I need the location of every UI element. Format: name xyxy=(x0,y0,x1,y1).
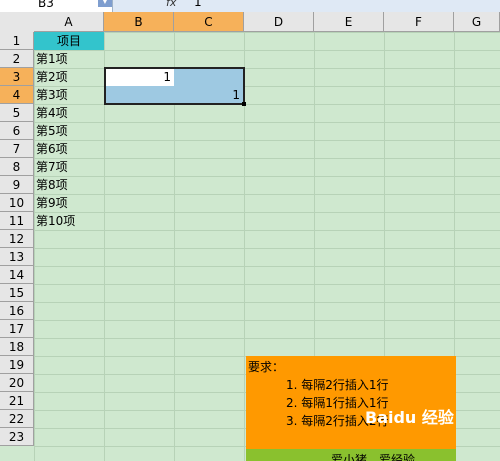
column-header-b[interactable]: B xyxy=(104,12,174,32)
row-header-9[interactable]: 9 xyxy=(0,176,34,194)
cell-a4[interactable]: 第3项 xyxy=(36,86,68,104)
column-header-f[interactable]: F xyxy=(384,12,454,32)
worksheet-grid: A B C D E F G 1 2 3 4 5 6 7 8 9 10 11 12… xyxy=(0,12,500,461)
cell-a1[interactable]: 项目 xyxy=(34,32,104,50)
row-header-14[interactable]: 14 xyxy=(0,266,34,284)
selection-range xyxy=(104,67,245,105)
column-header-e[interactable]: E xyxy=(314,12,384,32)
name-box-dropdown-icon[interactable]: ▼ xyxy=(98,0,112,7)
row-header-23[interactable]: 23 xyxy=(0,428,34,446)
row-header-16[interactable]: 16 xyxy=(0,302,34,320)
watermark-text: Baidu 经验 xyxy=(365,408,454,427)
cell-a2[interactable]: 第1项 xyxy=(36,50,68,68)
cell-a5[interactable]: 第4项 xyxy=(36,104,68,122)
name-box[interactable]: B3 ▼ xyxy=(0,0,113,12)
row-header-17[interactable]: 17 xyxy=(0,320,34,338)
row-header-6[interactable]: 6 xyxy=(0,122,34,140)
cell-a10[interactable]: 第9项 xyxy=(36,194,68,212)
column-header-d[interactable]: D xyxy=(244,12,314,32)
row-header-15[interactable]: 15 xyxy=(0,284,34,302)
row-header-4[interactable]: 4 xyxy=(0,86,34,104)
row-header-20[interactable]: 20 xyxy=(0,374,34,392)
name-box-value[interactable]: B3 xyxy=(38,0,54,12)
spreadsheet-window: B3 ▼ fx 1 A B C D E F G 1 2 3 4 5 6 7 8 … xyxy=(0,0,500,461)
row-header-11[interactable]: 11 xyxy=(0,212,34,230)
formula-input[interactable]: 1 xyxy=(194,0,202,9)
row-header-3[interactable]: 3 xyxy=(0,68,34,86)
row-header-21[interactable]: 21 xyxy=(0,392,34,410)
baidu-watermark: Baidu 经验 xyxy=(345,404,495,459)
cell-a6[interactable]: 第5项 xyxy=(36,122,68,140)
row-header-2[interactable]: 2 xyxy=(0,50,34,68)
row-header-18[interactable]: 18 xyxy=(0,338,34,356)
row-header-8[interactable]: 8 xyxy=(0,158,34,176)
fill-handle[interactable] xyxy=(242,102,246,106)
column-header-c[interactable]: C xyxy=(174,12,244,32)
column-header-g[interactable]: G xyxy=(454,12,500,32)
select-all-corner[interactable] xyxy=(0,12,35,33)
cell-a3[interactable]: 第2项 xyxy=(36,68,68,86)
cell-a7[interactable]: 第6项 xyxy=(36,140,68,158)
row-header-5[interactable]: 5 xyxy=(0,104,34,122)
row-header-12[interactable]: 12 xyxy=(0,230,34,248)
column-header-a[interactable]: A xyxy=(34,12,104,32)
cell-a11[interactable]: 第10项 xyxy=(36,212,75,230)
cell-a9[interactable]: 第8项 xyxy=(36,176,68,194)
note-title: 要求： xyxy=(248,360,285,374)
row-header-22[interactable]: 22 xyxy=(0,410,34,428)
cell-a8[interactable]: 第7项 xyxy=(36,158,68,176)
row-header-1[interactable]: 1 xyxy=(0,32,34,50)
row-header-13[interactable]: 13 xyxy=(0,248,34,266)
formula-bar: B3 ▼ fx 1 xyxy=(0,0,500,12)
row-header-10[interactable]: 10 xyxy=(0,194,34,212)
note-item: 1. 每隔2行插入1行 xyxy=(286,378,389,392)
row-header-19[interactable]: 19 xyxy=(0,356,34,374)
function-icon[interactable]: fx xyxy=(166,0,176,9)
row-header-7[interactable]: 7 xyxy=(0,140,34,158)
